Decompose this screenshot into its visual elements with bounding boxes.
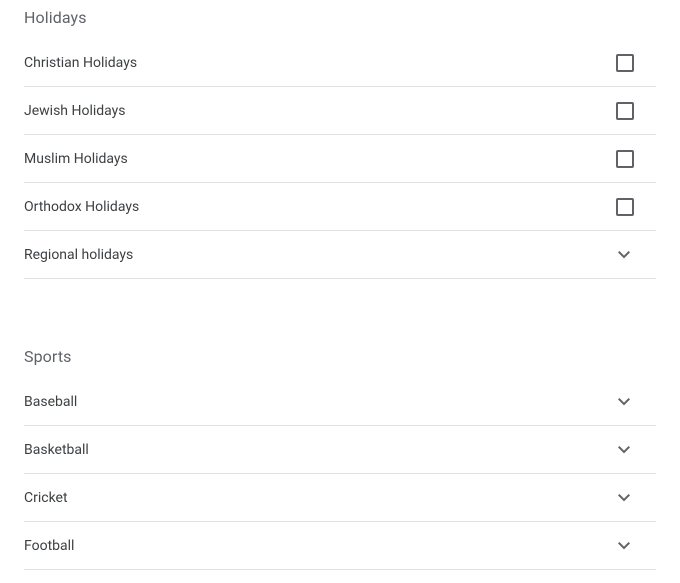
checkbox-icon[interactable] (616, 102, 634, 120)
baseball-item[interactable]: Baseball (24, 378, 656, 426)
chevron-down-icon (612, 486, 636, 510)
list-item-label: Baseball (24, 394, 77, 410)
list-item-label: Jewish Holidays (24, 103, 126, 119)
list-item-label: Christian Holidays (24, 55, 137, 71)
basketball-item[interactable]: Basketball (24, 426, 656, 474)
chevron-down-icon (612, 534, 636, 558)
chevron-down-icon (612, 438, 636, 462)
holidays-section: Holidays Christian Holidays Jewish Holid… (24, 0, 656, 279)
list-item-label: Football (24, 538, 74, 554)
muslim-holidays-item[interactable]: Muslim Holidays (24, 135, 656, 183)
football-item[interactable]: Football (24, 522, 656, 570)
list-item-label: Muslim Holidays (24, 151, 128, 167)
regional-holidays-item[interactable]: Regional holidays (24, 231, 656, 279)
orthodox-holidays-item[interactable]: Orthodox Holidays (24, 183, 656, 231)
sports-section: Sports Baseball Basketball Cricket Footb… (24, 339, 656, 570)
list-item-label: Orthodox Holidays (24, 199, 139, 215)
christian-holidays-item[interactable]: Christian Holidays (24, 39, 656, 87)
checkbox-icon[interactable] (616, 198, 634, 216)
list-item-label: Basketball (24, 442, 89, 458)
holidays-heading: Holidays (24, 0, 656, 39)
jewish-holidays-item[interactable]: Jewish Holidays (24, 87, 656, 135)
checkbox-icon[interactable] (616, 54, 634, 72)
sports-heading: Sports (24, 339, 656, 378)
cricket-item[interactable]: Cricket (24, 474, 656, 522)
list-item-label: Regional holidays (24, 247, 133, 263)
chevron-down-icon (612, 243, 636, 267)
checkbox-icon[interactable] (616, 150, 634, 168)
list-item-label: Cricket (24, 490, 68, 506)
chevron-down-icon (612, 390, 636, 414)
